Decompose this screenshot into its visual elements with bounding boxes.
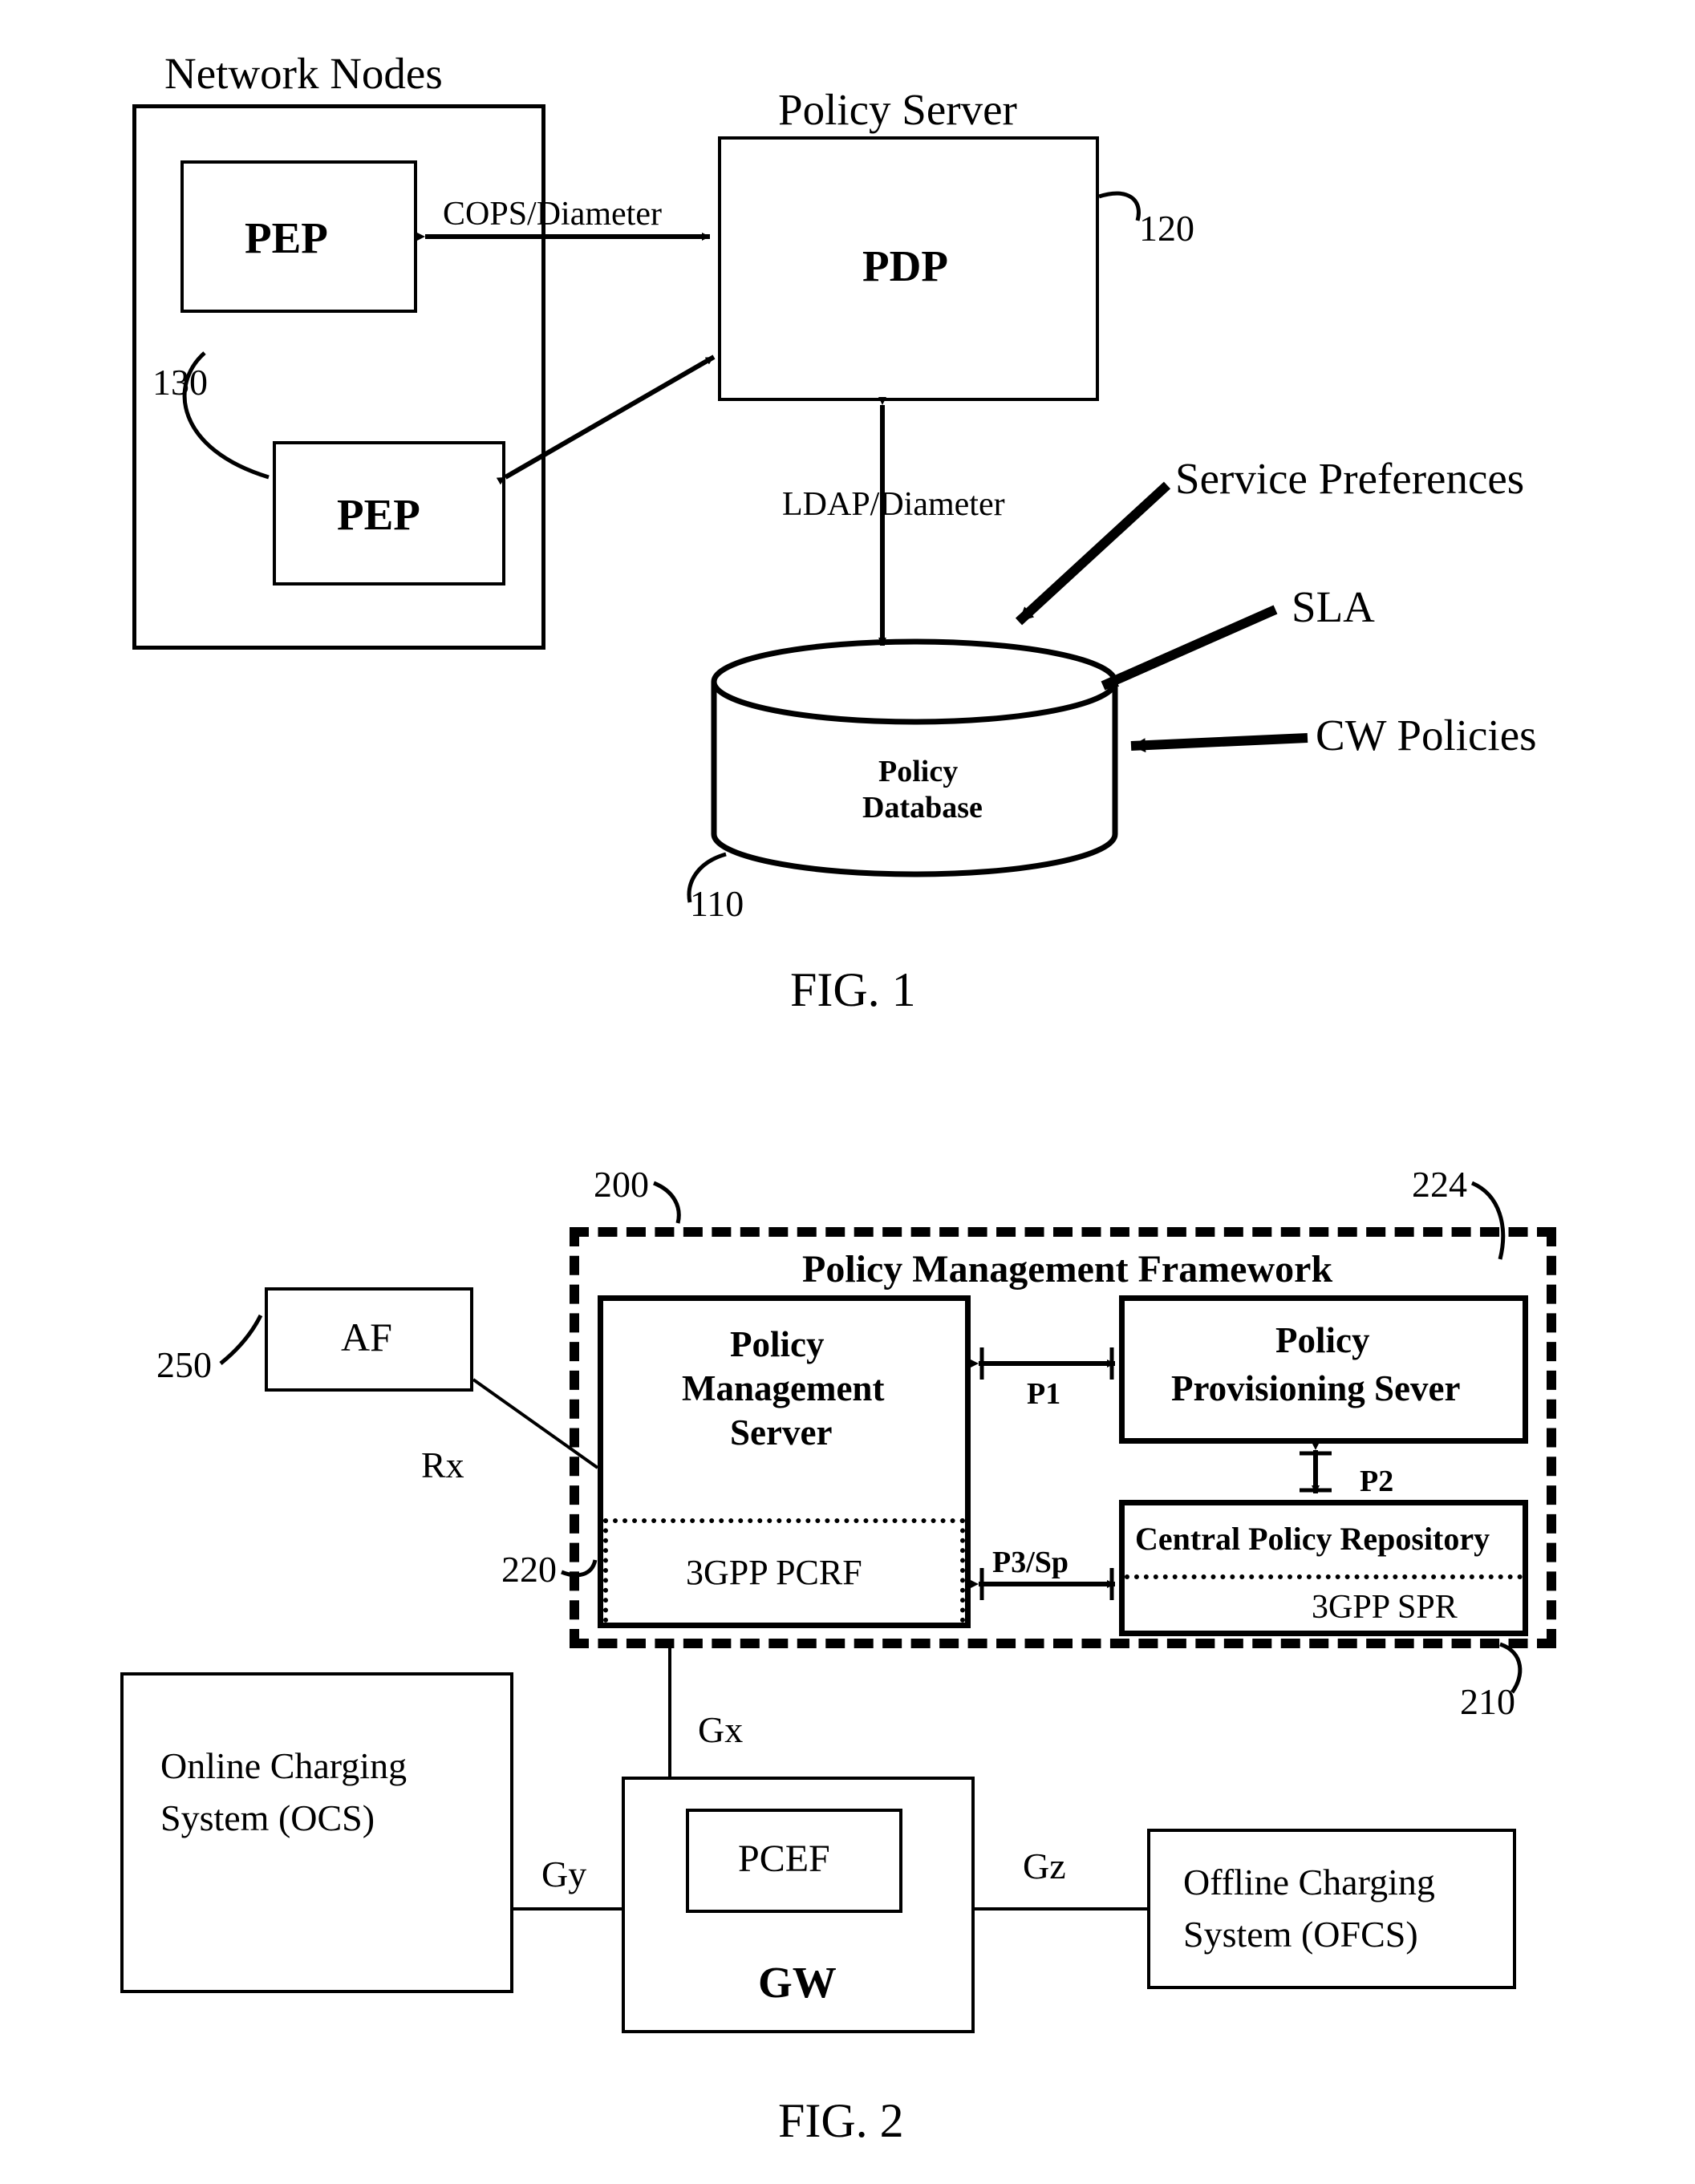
- ref-200: 200: [594, 1163, 649, 1205]
- pms-sub-label: 3GPP PCRF: [686, 1552, 862, 1593]
- p1-label: P1: [1027, 1376, 1060, 1412]
- ldap-label: LDAP/Diameter: [782, 485, 1005, 524]
- fig1-caption: FIG. 1: [790, 962, 916, 1018]
- p3-label: P3/Sp: [992, 1545, 1068, 1580]
- cpr-sub-divider: [1125, 1574, 1523, 1579]
- gz-label: Gz: [1023, 1845, 1066, 1887]
- pcef-label: PCEF: [738, 1837, 830, 1881]
- ofcs-label-2: System (OFCS): [1183, 1913, 1418, 1955]
- pms-sub-dotted-r: [960, 1518, 965, 1623]
- ref-250: 250: [156, 1343, 212, 1386]
- sla-label: SLA: [1292, 581, 1375, 632]
- cpr-label: Central Policy Repository: [1135, 1520, 1490, 1558]
- pep-2-label: PEP: [337, 489, 420, 540]
- policy-db-label-2: Database: [862, 790, 983, 825]
- pdp-label: PDP: [862, 241, 948, 291]
- ocs-label-1: Online Charging: [160, 1744, 407, 1787]
- gy-label: Gy: [541, 1853, 586, 1895]
- pms-sub-dotted-b: [603, 1623, 965, 1627]
- ofcs-label-1: Offline Charging: [1183, 1861, 1435, 1903]
- pms-label-1: Policy: [730, 1323, 824, 1365]
- pms-label-2: Management: [682, 1368, 884, 1409]
- p2-label: P2: [1360, 1464, 1393, 1499]
- network-nodes-label: Network Nodes: [164, 48, 443, 99]
- policy-server-label: Policy Server: [778, 84, 1017, 135]
- af-label: AF: [341, 1314, 392, 1360]
- ocs-label-2: System (OCS): [160, 1797, 375, 1839]
- pps-label-1: Policy: [1275, 1319, 1369, 1361]
- ref-224: 224: [1412, 1163, 1467, 1205]
- pms-sub-divider: [603, 1518, 965, 1523]
- cops-label: COPS/Diameter: [443, 195, 662, 233]
- gx-label: Gx: [698, 1708, 743, 1751]
- rx-label: Rx: [421, 1444, 464, 1486]
- pep-1-label: PEP: [245, 213, 328, 263]
- fig2-caption: FIG. 2: [778, 2093, 904, 2149]
- ref-220: 220: [501, 1548, 557, 1590]
- ref-130: 130: [152, 361, 208, 403]
- pms-sub-dotted-l: [603, 1518, 608, 1623]
- service-preferences-label: Service Preferences: [1175, 453, 1524, 504]
- pms-label-3: Server: [730, 1412, 832, 1453]
- ref-120: 120: [1139, 207, 1194, 249]
- ofcs-box: [1147, 1829, 1516, 1989]
- gw-label: GW: [758, 1957, 837, 2008]
- ref-210: 210: [1460, 1680, 1515, 1723]
- policy-db-label-1: Policy: [878, 754, 958, 789]
- cpr-sub-label: 3GPP SPR: [1312, 1588, 1458, 1627]
- pps-label-2: Provisioning Sever: [1171, 1368, 1460, 1409]
- pmf-label: Policy Management Framework: [802, 1247, 1332, 1291]
- ref-110: 110: [690, 882, 744, 925]
- cw-policies-label: CW Policies: [1316, 710, 1537, 760]
